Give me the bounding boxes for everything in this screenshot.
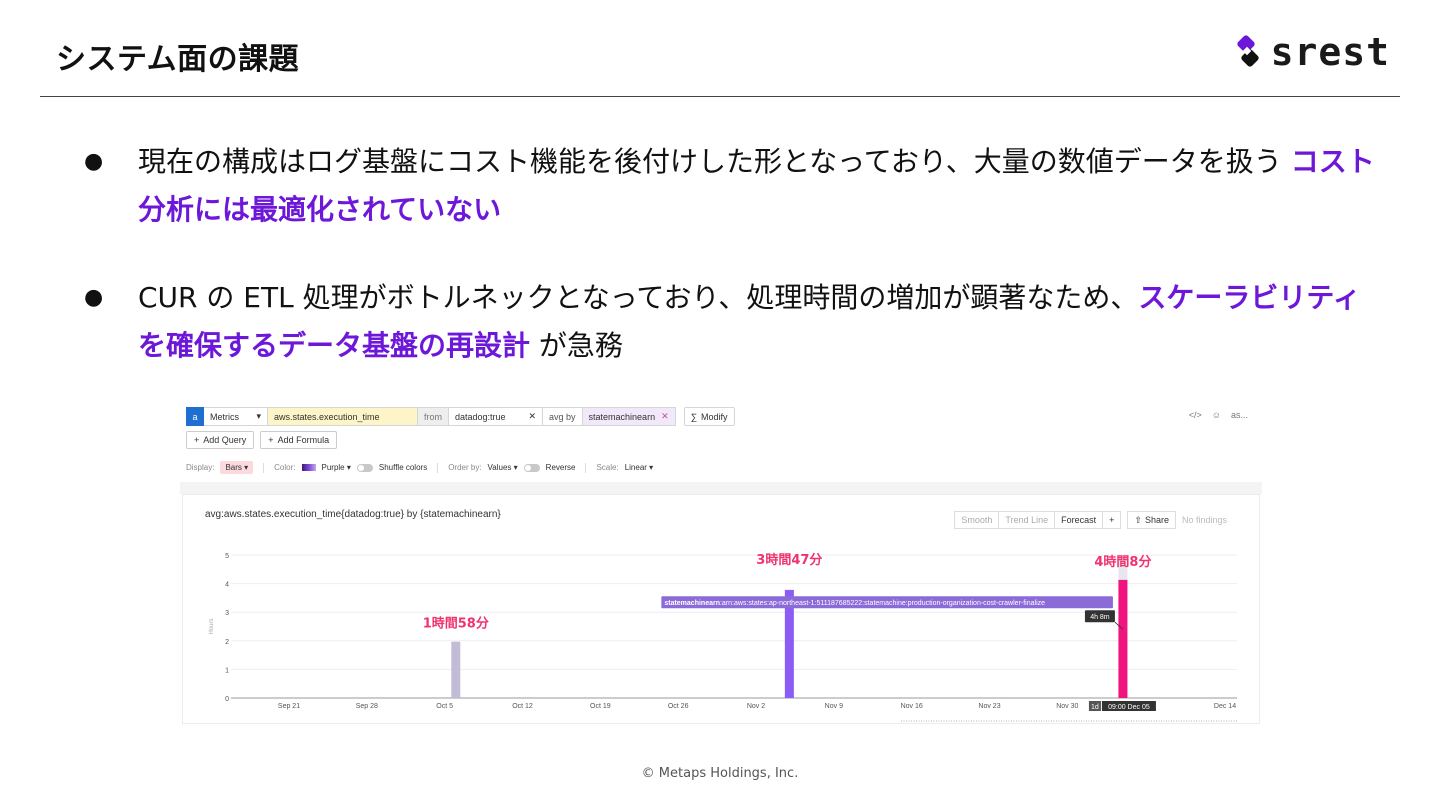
modify-label: Modify [701, 411, 728, 422]
tooltip-value: :arn:aws:states:ap-northeast-1:511187685… [720, 600, 1045, 607]
as-menu[interactable]: as... [1231, 410, 1248, 420]
title-divider [40, 96, 1400, 97]
bullet-text: 現在の構成はログ基盤にコスト機能を後付けした形となっており、大量の数値データを扱… [138, 138, 1384, 234]
x-tick-label: Sep 21 [278, 703, 300, 710]
from-label: from [418, 407, 449, 426]
x-tick-label: Nov 30 [1056, 703, 1078, 710]
bullet-marker: ● [84, 285, 104, 310]
divider [263, 462, 265, 473]
metric-input[interactable]: aws.states.execution_time [268, 407, 418, 426]
display-label: Display: [186, 463, 215, 472]
value-label: 4h 8m [1090, 614, 1110, 621]
close-icon[interactable]: ✕ [528, 411, 536, 422]
caret-down-icon: ▾ [256, 411, 261, 421]
shuffle-toggle[interactable] [356, 463, 373, 472]
reverse-toggle[interactable] [523, 463, 540, 472]
bar-chart: 0 1 2 3 4 5 Hours Sep 21 Sep 28 Oct 5 Oct 12 Oct 19… [209, 552, 1237, 722]
sigma-icon: ∑ [690, 411, 698, 422]
bar [1118, 579, 1128, 698]
bar-annotation: 4時間8分 [1094, 554, 1151, 570]
group-label: statemachinearn [588, 411, 656, 422]
close-icon[interactable]: ✕ [661, 411, 669, 422]
query-buttons: + Add Query + Add Formula [186, 431, 338, 449]
bullet-item: ● CUR の ETL 処理がボトルネックとなっており、処理時間の増加が顕著なた… [84, 274, 1384, 370]
datadog-screenshot: a Metrics ▾ aws.states.execution_time fro… [180, 402, 1262, 724]
modify-button[interactable]: ∑ Modify [683, 407, 735, 426]
avg-by-label: avg by [543, 407, 583, 426]
bar-annotation: 1時間58分 [423, 616, 489, 632]
divider [437, 462, 439, 473]
x-tick-label: Nov 9 [825, 703, 843, 710]
query-row: a Metrics ▾ aws.states.execution_time fro… [186, 407, 735, 426]
plus-icon: + [194, 435, 200, 445]
bullet-marker: ● [84, 149, 104, 174]
bullet-text: CUR の ETL 処理がボトルネックとなっており、処理時間の増加が顕著なため、… [138, 274, 1384, 370]
display-options: Display: Bars ▾ Color: Purple ▾ Shuffle … [186, 461, 653, 474]
x-tick-label: Nov 16 [901, 703, 923, 710]
tooltip-text: statemachinearn:arn:aws:states:ap-northe… [664, 600, 1045, 607]
color-label: Color: [274, 463, 296, 472]
bullet-list: ● 現在の構成はログ基盤にコスト機能を後付けした形となっており、大量の数値データ… [84, 138, 1384, 410]
query-letter[interactable]: a [186, 407, 204, 426]
tag-filter[interactable]: datadog:true ✕ [449, 407, 543, 426]
y-axis-label: Hours [209, 618, 215, 634]
display-select[interactable]: Bars ▾ [220, 461, 254, 474]
order-select[interactable]: Values ▾ [488, 463, 518, 472]
color-value: Purple [321, 463, 345, 472]
x-tick-label: Oct 5 [436, 703, 453, 710]
tooltip-key: statemachinearn [664, 600, 720, 607]
order-label: Order by: [448, 463, 482, 472]
y-tick-label: 4 [225, 582, 229, 589]
y-tick-label: 1 [225, 667, 229, 674]
order-value: Values [487, 463, 512, 472]
logo-mark-icon [1236, 35, 1259, 67]
x-tick-label: Oct 19 [590, 703, 611, 710]
x-tick-label: Oct 26 [668, 703, 689, 710]
add-formula-label: Add Formula [277, 435, 330, 445]
panel-separator [180, 482, 1262, 494]
bar-annotation: 3時間47分 [756, 552, 822, 568]
shuffle-label: Shuffle colors [378, 463, 428, 472]
source-select[interactable]: Metrics ▾ [204, 407, 268, 426]
y-tick-label: 5 [225, 553, 229, 560]
plus-icon: + [268, 435, 274, 445]
chart-card: avg:aws.states.execution_time{datadog:tr… [182, 494, 1260, 724]
tag-label: datadog:true [455, 411, 506, 422]
add-query-label: Add Query [203, 435, 247, 445]
y-tick-label: 2 [225, 639, 229, 646]
scale-select[interactable]: Linear ▾ [625, 463, 654, 472]
color-select[interactable]: Purple ▾ [322, 463, 351, 472]
bullet-text-plain: 現在の構成はログ基盤にコスト機能を後付けした形となっており、大量の数値データを扱… [138, 145, 1291, 178]
group-by-tag[interactable]: statemachinearn ✕ [582, 407, 676, 426]
x-tick-label: Nov 23 [978, 703, 1000, 710]
y-tick-label: 3 [225, 610, 229, 617]
palette-icon[interactable]: ☺ [1212, 410, 1221, 420]
x-tick-label: Dec 14 [1214, 703, 1236, 710]
slide-title: システム面の課題 [56, 42, 300, 77]
bullet-text-plain: CUR の ETL 処理がボトルネックとなっており、処理時間の増加が顕著なため、 [138, 281, 1139, 314]
y-tick-label: 0 [225, 696, 229, 703]
copyright-footer: © Metaps Holdings, Inc. [641, 766, 799, 781]
color-swatch-icon [301, 464, 316, 471]
bar [451, 641, 461, 698]
add-formula-button[interactable]: + Add Formula [260, 431, 338, 449]
display-value: Bars [225, 463, 242, 472]
source-label: Metrics [210, 411, 239, 422]
crosshair-range: 1d [1091, 704, 1099, 711]
bullet-text-tail: が急務 [530, 329, 623, 362]
add-query-button[interactable]: + Add Query [186, 431, 255, 449]
x-tick-label: Nov 2 [747, 703, 765, 710]
reverse-label: Reverse [545, 463, 576, 472]
x-tick-label: Oct 12 [512, 703, 533, 710]
x-tick-label: Sep 28 [356, 703, 378, 710]
divider [585, 462, 587, 473]
code-icon[interactable]: </> [1189, 410, 1202, 420]
scale-label: Scale: [596, 463, 619, 472]
bullet-item: ● 現在の構成はログ基盤にコスト機能を後付けした形となっており、大量の数値データ… [84, 138, 1384, 234]
crosshair-time: 09:00 Dec 05 [1108, 704, 1150, 711]
query-tools: </> ☺ as... [1189, 410, 1248, 420]
logo-text: srest [1270, 30, 1390, 74]
logo: srest [1233, 30, 1390, 74]
scale-value: Linear [624, 463, 647, 472]
